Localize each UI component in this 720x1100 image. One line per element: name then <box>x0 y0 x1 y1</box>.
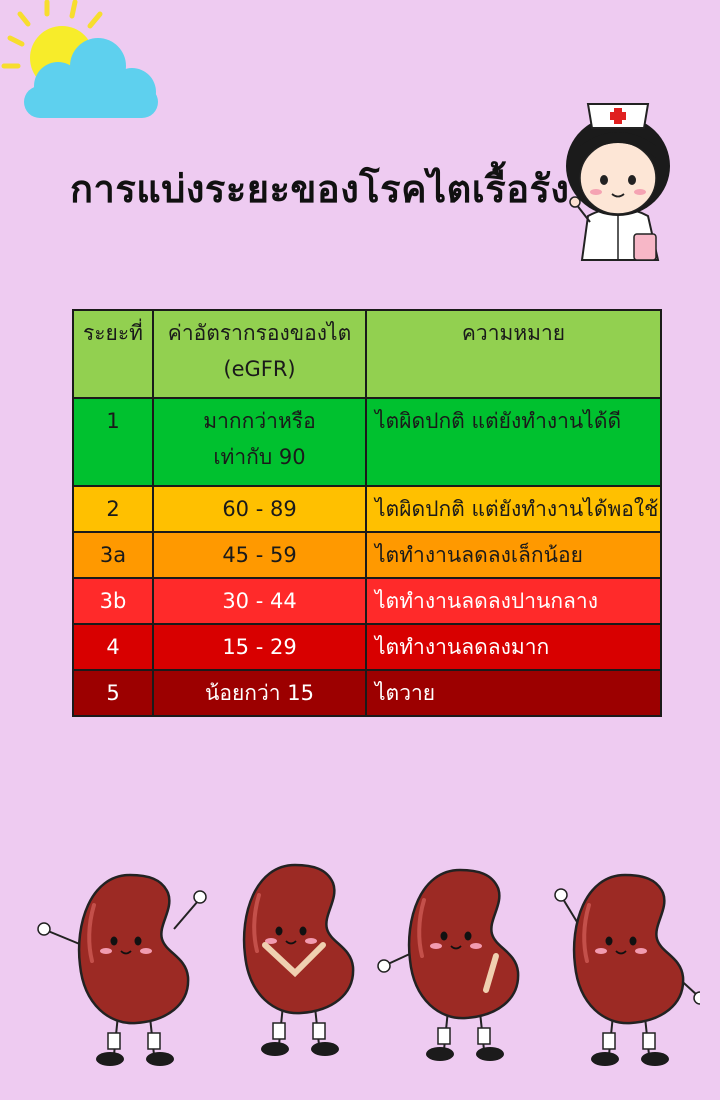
egfr-line2: เท่ากับ 90 <box>213 445 306 469</box>
table-row: 1 มากกว่าหรือ เท่ากับ 90 ไตผิดปกติ แต่ยั… <box>72 397 662 487</box>
kidney-character <box>242 863 356 1058</box>
meaning-cell: ไตทำงานลดลงเล็กน้อย <box>365 531 662 579</box>
egfr-cell: มากกว่าหรือ เท่ากับ 90 <box>152 397 367 487</box>
meaning-cell: ไตผิดปกติ แต่ยังทำงานได้ดี <box>365 397 662 487</box>
table-row: 2 60 - 89 ไตผิดปกติ แต่ยังทำงานได้พอใช้ <box>72 485 662 533</box>
meaning-cell: ไตผิดปกติ แต่ยังทำงานได้พอใช้ <box>365 485 662 533</box>
table-row: 3b 30 - 44 ไตทำงานลดลงปานกลาง <box>72 577 662 625</box>
table-row: 4 15 - 29 ไตทำงานลดลงมาก <box>72 623 662 671</box>
sun-cloud-illustration <box>1 0 158 118</box>
egfr-line1: มากกว่าหรือ <box>203 409 316 433</box>
kidney-character <box>554 873 700 1068</box>
stage-cell: 5 <box>72 669 154 717</box>
header-stage: ระยะที่ <box>72 309 154 399</box>
stage-cell: 4 <box>72 623 154 671</box>
ckd-stage-table: ระยะที่ ค่าอัตรากรองของไต (eGFR) ความหมา… <box>72 309 662 717</box>
header-egfr-line1: ค่าอัตรากรองของไต <box>167 321 352 345</box>
egfr-cell: 45 - 59 <box>152 531 367 579</box>
kidney-character <box>377 868 521 1063</box>
meaning-cell: ไตทำงานลดลงปานกลาง <box>365 577 662 625</box>
egfr-cell: 30 - 44 <box>152 577 367 625</box>
stage-cell: 2 <box>72 485 154 533</box>
table-row: 3a 45 - 59 ไตทำงานลดลงเล็กน้อย <box>72 531 662 579</box>
kidney-characters <box>37 863 700 1068</box>
stage-cell: 3a <box>72 531 154 579</box>
egfr-cell: 60 - 89 <box>152 485 367 533</box>
page-title: การแบ่งระยะของโรคไตเรื้อรัง <box>70 167 570 211</box>
kidney-character <box>37 873 207 1068</box>
stage-cell: 1 <box>72 397 154 487</box>
egfr-cell: น้อยกว่า 15 <box>152 669 367 717</box>
header-egfr-line2: (eGFR) <box>223 357 296 381</box>
nurse-illustration <box>566 103 670 261</box>
header-egfr: ค่าอัตรากรองของไต (eGFR) <box>152 309 367 399</box>
meaning-cell: ไตวาย <box>365 669 662 717</box>
header-meaning: ความหมาย <box>365 309 662 399</box>
table-header-row: ระยะที่ ค่าอัตรากรองของไต (eGFR) ความหมา… <box>72 309 662 399</box>
meaning-cell: ไตทำงานลดลงมาก <box>365 623 662 671</box>
table-row: 5 น้อยกว่า 15 ไตวาย <box>72 669 662 717</box>
stage-cell: 3b <box>72 577 154 625</box>
egfr-cell: 15 - 29 <box>152 623 367 671</box>
